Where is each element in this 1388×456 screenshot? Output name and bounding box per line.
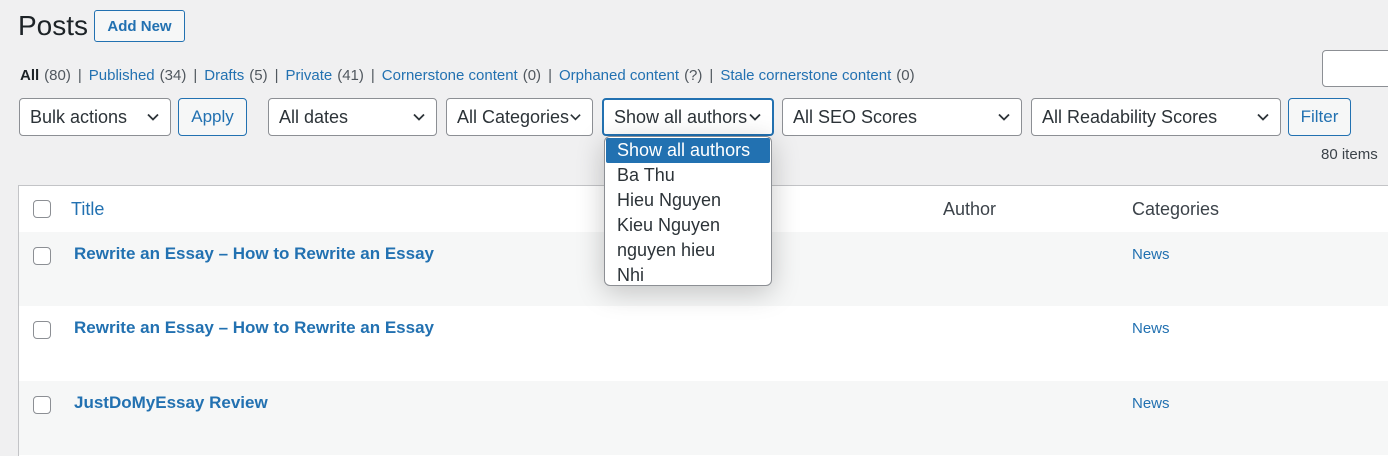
separator: | xyxy=(548,67,552,84)
readability-scores-select[interactable]: All Readability Scores xyxy=(1031,98,1281,136)
view-label: Cornerstone content xyxy=(381,67,518,84)
post-category-link[interactable]: News xyxy=(1132,246,1170,263)
view-label: Published xyxy=(88,67,155,84)
chevron-down-icon xyxy=(570,114,581,121)
view-label: Private xyxy=(285,67,333,84)
view-count: (80) xyxy=(44,67,71,84)
search-input[interactable] xyxy=(1322,50,1388,87)
view-label: Orphaned content xyxy=(558,67,680,84)
column-title-header[interactable]: Title xyxy=(71,199,104,220)
chevron-down-icon xyxy=(413,113,425,121)
view-count: (0) xyxy=(522,67,542,84)
table-row: JustDoMyEssay Review News xyxy=(19,381,1388,455)
column-categories-header: Categories xyxy=(1132,199,1220,219)
author-option[interactable]: Hieu Nguyen xyxy=(606,188,770,213)
view-cornerstone-link[interactable]: Cornerstone content (0) xyxy=(382,67,541,84)
author-option[interactable]: Ba Thu xyxy=(606,163,770,188)
seo-scores-select[interactable]: All SEO Scores xyxy=(782,98,1022,136)
select-all-checkbox[interactable] xyxy=(33,200,51,218)
select-value: All dates xyxy=(279,106,349,127)
view-label: Drafts xyxy=(204,67,245,84)
dates-select[interactable]: All dates xyxy=(268,98,437,136)
view-count: (5) xyxy=(249,67,268,84)
author-option[interactable]: Show all authors xyxy=(606,138,770,163)
authors-dropdown-list: Show all authors Ba Thu Hieu Nguyen Kieu… xyxy=(604,136,772,286)
apply-button[interactable]: Apply xyxy=(178,98,247,136)
view-count: (0) xyxy=(896,67,915,84)
select-value: All Categories xyxy=(457,106,570,127)
table-row: Rewrite an Essay – How to Rewrite an Ess… xyxy=(19,306,1388,380)
chevron-down-icon xyxy=(749,113,761,121)
items-count: 80 items xyxy=(1321,146,1378,163)
separator: | xyxy=(274,67,279,84)
view-count: (41) xyxy=(337,67,364,84)
chevron-down-icon xyxy=(1257,113,1269,121)
separator: | xyxy=(193,67,198,84)
view-published-link[interactable]: Published (34) xyxy=(89,67,187,84)
view-count: (?) xyxy=(684,67,703,84)
separator: | xyxy=(370,67,375,84)
row-checkbox[interactable] xyxy=(33,247,51,265)
select-value: Show all authors xyxy=(614,106,748,127)
author-option[interactable]: Nhi xyxy=(606,263,770,285)
post-category-link[interactable]: News xyxy=(1132,320,1170,337)
separator: | xyxy=(709,67,714,84)
author-option[interactable]: nguyen hieu xyxy=(606,238,770,263)
chevron-down-icon xyxy=(998,113,1010,121)
categories-select[interactable]: All Categories xyxy=(446,98,593,136)
column-author-header: Author xyxy=(943,199,997,219)
add-new-button[interactable]: Add New xyxy=(94,10,185,42)
select-value: All SEO Scores xyxy=(793,106,918,127)
post-category-link[interactable]: News xyxy=(1132,395,1170,412)
separator: | xyxy=(77,67,82,84)
author-option[interactable]: Kieu Nguyen xyxy=(606,213,770,238)
post-title-link[interactable]: Rewrite an Essay – How to Rewrite an Ess… xyxy=(74,244,434,264)
view-drafts-link[interactable]: Drafts (5) xyxy=(204,67,267,84)
row-checkbox[interactable] xyxy=(33,396,51,414)
authors-select[interactable]: Show all authors xyxy=(602,98,774,136)
view-orphaned-link[interactable]: Orphaned content (?) xyxy=(559,67,702,84)
filter-button[interactable]: Filter xyxy=(1288,98,1351,136)
bulk-actions-select[interactable]: Bulk actions xyxy=(19,98,171,136)
view-label: Stale cornerstone content xyxy=(720,67,892,84)
view-all-link[interactable]: All (80) xyxy=(20,67,71,84)
view-private-link[interactable]: Private (41) xyxy=(286,67,364,84)
view-count: (34) xyxy=(159,67,187,84)
page-title: Posts xyxy=(18,10,89,41)
post-status-filter-links: All (80) | Published (34) | Drafts (5) |… xyxy=(20,67,915,84)
select-value: All Readability Scores xyxy=(1042,106,1218,127)
row-checkbox[interactable] xyxy=(33,321,51,339)
view-label: All xyxy=(20,67,40,84)
post-title-link[interactable]: JustDoMyEssay Review xyxy=(74,393,268,413)
post-title-link[interactable]: Rewrite an Essay – How to Rewrite an Ess… xyxy=(74,318,434,338)
chevron-down-icon xyxy=(147,113,159,121)
select-value: Bulk actions xyxy=(30,106,128,127)
view-stale-cornerstone-link[interactable]: Stale cornerstone content (0) xyxy=(720,67,914,84)
